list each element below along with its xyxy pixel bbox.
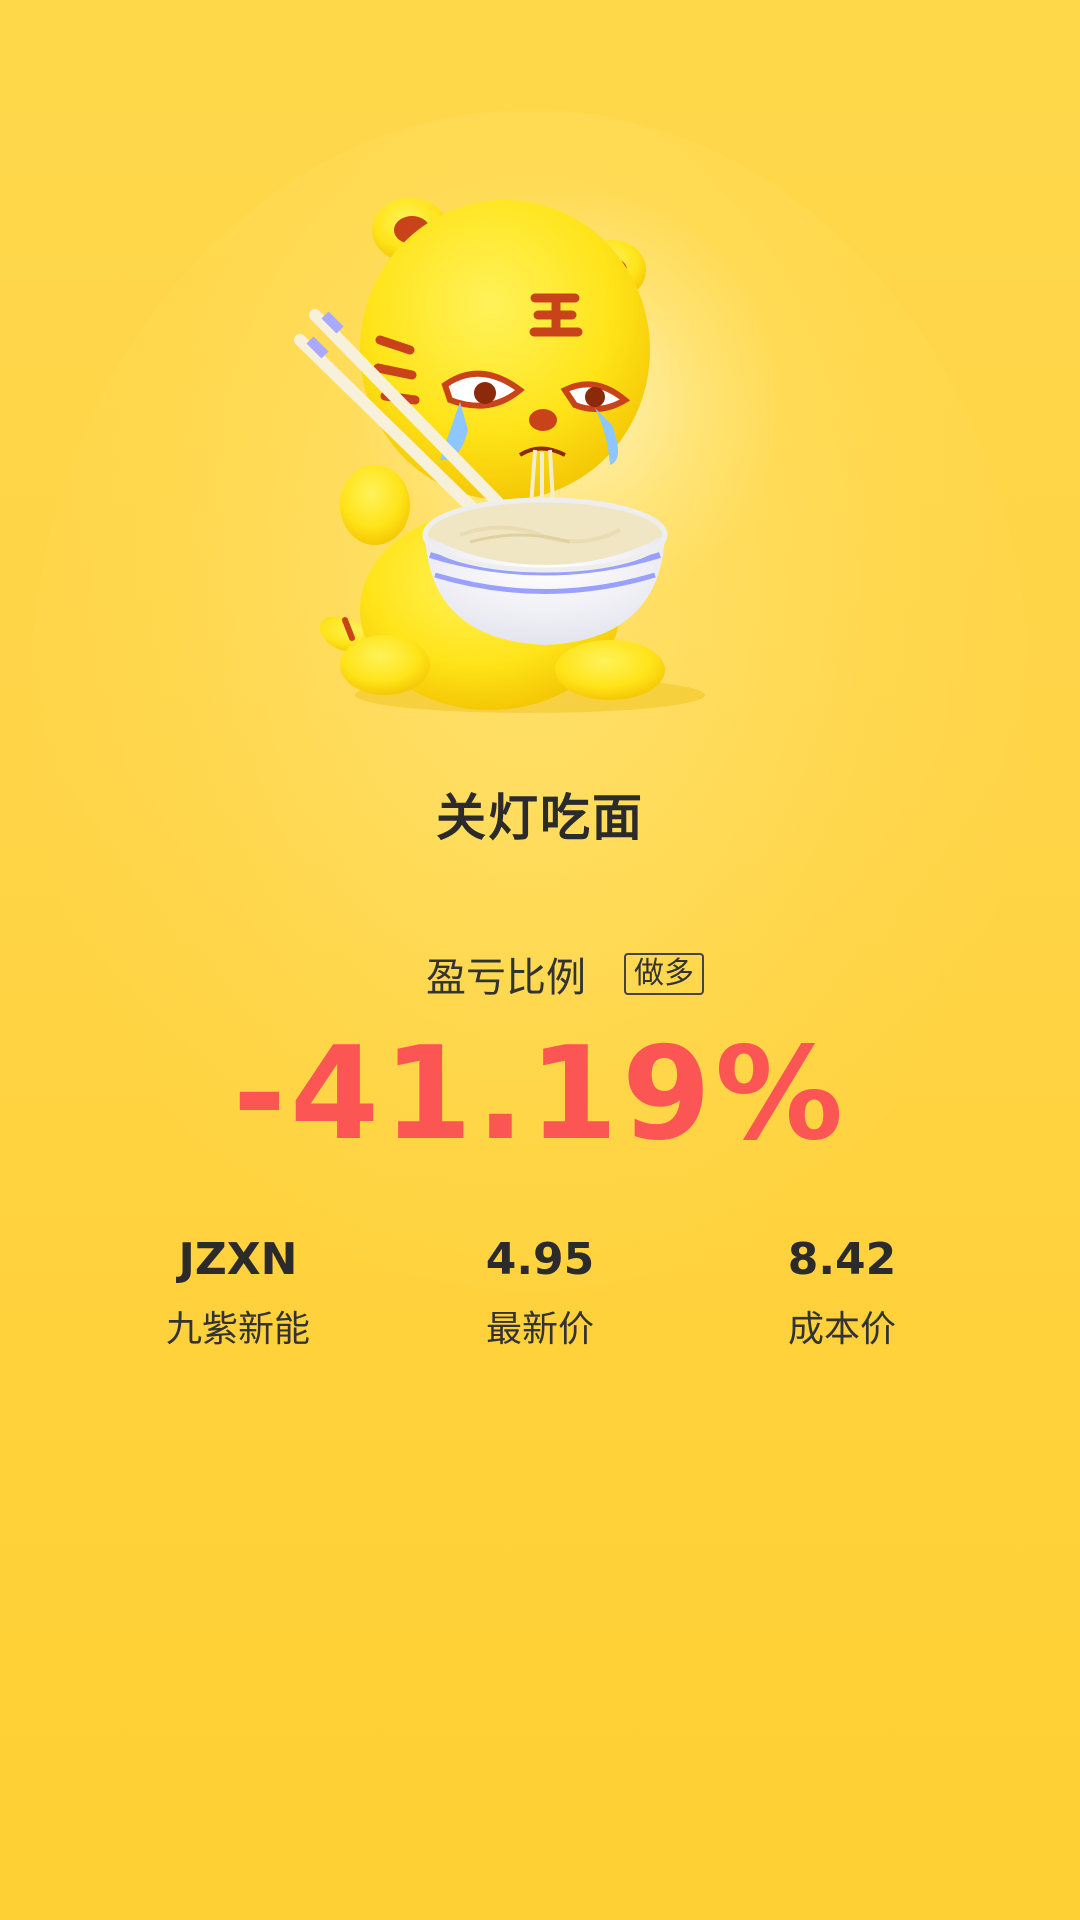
latest-price-stat: 4.95 最新价 (390, 1232, 690, 1352)
tiger-mascot-illustration (290, 190, 760, 720)
position-direction-badge: 做多 (624, 953, 704, 995)
stock-name: 九紫新能 (165, 1309, 310, 1350)
stock-symbol-stat: JZXN 九紫新能 (88, 1232, 388, 1352)
stock-stats: JZXN 九紫新能 4.95 最新价 8.42 成本价 (0, 1232, 1080, 1352)
pnl-share-card: 关灯吃面 盈亏比例 做多 -41.19% JZXN 九紫新能 4.95 最新价 … (0, 0, 1080, 1920)
cost-price-stat: 8.42 成本价 (692, 1232, 992, 1352)
latest-price-value: 4.95 (485, 1234, 595, 1285)
pnl-ratio-row: 盈亏比例 做多 (0, 945, 1080, 1003)
stock-symbol: JZXN (178, 1234, 298, 1285)
cost-price-value: 8.42 (787, 1234, 897, 1285)
pnl-ratio-label: 盈亏比例 (426, 955, 586, 1001)
cost-price-label: 成本价 (787, 1309, 896, 1350)
pnl-ratio-value: -41.19% (232, 1020, 848, 1169)
latest-price-label: 最新价 (485, 1309, 594, 1350)
result-title: 关灯吃面 (436, 789, 644, 847)
